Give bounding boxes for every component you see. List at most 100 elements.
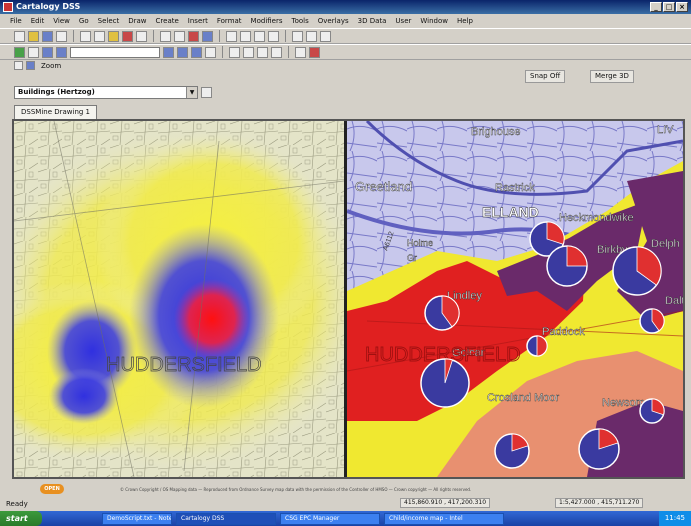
zoom-window-icon[interactable] — [191, 46, 202, 58]
menu-help[interactable]: Help — [457, 17, 473, 25]
place-dalt: Dalt — [665, 295, 683, 307]
menu-go[interactable]: Go — [79, 17, 89, 25]
chevron-down-icon[interactable]: ▼ — [186, 87, 197, 98]
title-bar: Cartalogy DSS _ □ × — [0, 0, 691, 14]
menu-format[interactable]: Format — [217, 17, 242, 25]
taskbar: start DemoScript.txt - Notepad Cartalogy… — [0, 511, 691, 526]
menu-insert[interactable]: Insert — [188, 17, 208, 25]
buffer-icon[interactable] — [271, 46, 282, 58]
toolbar-separator — [285, 30, 286, 42]
menu-user[interactable]: User — [395, 17, 411, 25]
info-icon[interactable] — [268, 30, 279, 42]
place-elland: ELLAND — [482, 204, 539, 220]
place-paddock: Paddock — [542, 326, 585, 338]
maximize-button[interactable]: □ — [663, 2, 675, 12]
lasso-icon[interactable] — [243, 46, 254, 58]
print-icon[interactable] — [56, 30, 67, 42]
place-crosland-moor: Crosland Moor — [487, 392, 559, 404]
place-delph: Delph — [651, 238, 680, 250]
close-button[interactable]: × — [676, 2, 688, 12]
line-tool-icon[interactable] — [295, 46, 306, 58]
density-map-panel[interactable]: HUDDERSFIELD — [14, 121, 344, 477]
place-holme: Holme — [407, 238, 433, 248]
refresh-icon[interactable] — [188, 30, 199, 42]
pan-icon[interactable] — [42, 46, 53, 58]
zoom-previous-icon[interactable] — [205, 46, 216, 58]
pointer-icon[interactable] — [28, 46, 39, 58]
choropleth-map-panel[interactable]: Brighouse LIV Greetland Rastrick ELLAND … — [347, 121, 683, 477]
menu-edit[interactable]: Edit — [31, 17, 45, 25]
menu-select[interactable]: Select — [98, 17, 120, 25]
place-liv: LIV — [657, 124, 674, 136]
layer-select[interactable]: Buildings (Hertzog) ▼ — [14, 86, 198, 99]
menu-overlays[interactable]: Overlays — [318, 17, 349, 25]
scale-input[interactable] — [70, 46, 160, 58]
menu-window[interactable]: Window — [420, 17, 448, 25]
layer-options-icon[interactable] — [201, 87, 212, 98]
measure-icon[interactable] — [254, 30, 265, 42]
toolbar-separator — [219, 30, 220, 42]
toolbar-separator — [153, 30, 154, 42]
place-greetland: Greetland — [355, 179, 412, 194]
zoom-out-icon[interactable] — [163, 46, 174, 58]
delete-icon[interactable] — [122, 30, 133, 42]
snap-icon[interactable] — [240, 30, 251, 42]
place-brighouse: Brighouse — [471, 126, 521, 138]
copy-icon[interactable] — [94, 30, 105, 42]
map-label-huddersfield: HUDDERSFIELD — [106, 354, 262, 376]
table-icon[interactable] — [292, 30, 303, 42]
zoom-in-icon[interactable] — [56, 46, 67, 58]
standard-toolbar — [0, 28, 691, 44]
clock: 11:45 — [664, 514, 685, 522]
coordinate-readout: 415,860.910 , 417,200.310 — [400, 498, 491, 508]
paste-icon[interactable] — [108, 30, 119, 42]
toolbar-separator — [288, 46, 289, 58]
redo-icon[interactable] — [174, 30, 185, 42]
application-window: Cartalogy DSS _ □ × File Edit View Go Se… — [0, 0, 691, 526]
menu-draw[interactable]: Draw — [128, 17, 146, 25]
select-icon[interactable] — [229, 46, 240, 58]
snap-off-button[interactable]: Snap Off — [525, 70, 566, 83]
new-icon[interactable] — [14, 30, 25, 42]
menu-view[interactable]: View — [53, 17, 70, 25]
start-button[interactable]: start — [0, 511, 42, 526]
help-icon[interactable] — [320, 30, 331, 42]
toolbar-separator — [222, 46, 223, 58]
chart-icon[interactable] — [306, 30, 317, 42]
open-badge[interactable]: OPEN — [40, 484, 64, 494]
menu-modifiers[interactable]: Modifiers — [251, 17, 283, 25]
menu-file[interactable]: File — [10, 17, 22, 25]
menu-create[interactable]: Create — [156, 17, 179, 25]
point-tool-icon[interactable] — [309, 46, 320, 58]
tab-document[interactable]: DSSMine Drawing 1 — [14, 105, 98, 119]
merge-3d-button[interactable]: Merge 3D — [590, 70, 634, 83]
menu-tools[interactable]: Tools — [292, 17, 309, 25]
task-cartalogy[interactable]: Cartalogy DSS — [176, 512, 276, 525]
map-view[interactable]: HUDDERSFIELD Brighouse LIV Greetland Ras… — [12, 119, 685, 479]
open-icon[interactable] — [28, 30, 39, 42]
magnifier-icon[interactable] — [26, 61, 35, 70]
menu-3d-data[interactable]: 3D Data — [358, 17, 387, 25]
zoom-extents-icon[interactable] — [177, 46, 188, 58]
choropleth-map: Brighouse LIV Greetland Rastrick ELLAND … — [347, 121, 683, 477]
scale-readout: 1:5,427.000 , 415,711.270 — [555, 498, 644, 508]
navigation-toolbar — [0, 44, 691, 60]
properties-icon[interactable] — [136, 30, 147, 42]
play-icon[interactable] — [14, 46, 25, 58]
copyright-notice: © Crown Copyright / OS Mapping data — Re… — [120, 487, 472, 492]
task-notepad[interactable]: DemoScript.txt - Notepad — [102, 512, 172, 525]
minimize-button[interactable]: _ — [650, 2, 662, 12]
place-rastrick: Rastrick — [495, 182, 535, 194]
place-gr: Gr — [407, 253, 417, 263]
app-icon — [3, 2, 13, 12]
undo-icon[interactable] — [160, 30, 171, 42]
cut-icon[interactable] — [80, 30, 91, 42]
task-epc-manager[interactable]: CSG EPC Manager — [280, 512, 380, 525]
task-child-income-map[interactable]: Child/income map - Intel — [384, 512, 504, 525]
zoom-label: Zoom — [41, 61, 62, 70]
polygon-icon[interactable] — [257, 46, 268, 58]
grid-icon[interactable] — [226, 30, 237, 42]
layer-icon[interactable] — [202, 30, 213, 42]
save-icon[interactable] — [42, 30, 53, 42]
back-icon[interactable] — [14, 61, 23, 70]
